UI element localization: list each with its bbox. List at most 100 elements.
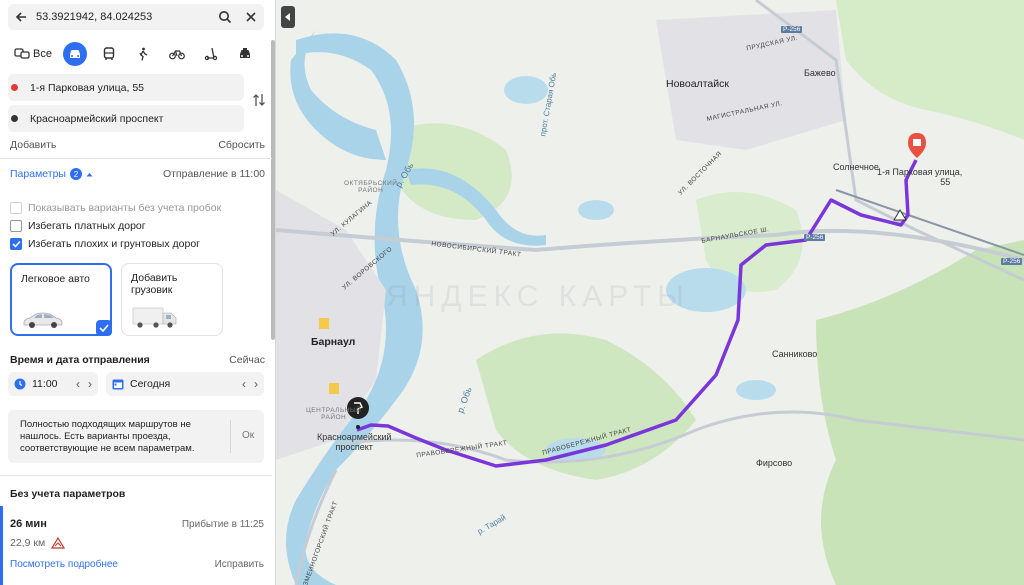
car-image-icon xyxy=(23,312,63,328)
origin-label-line2: проспект xyxy=(335,442,373,452)
datetime-header: Время и дата отправления Сейчас xyxy=(10,354,265,366)
route-point-to[interactable]: Красноармейский проспект xyxy=(8,105,244,132)
origin-label-line1: Красноармейский xyxy=(317,432,392,442)
label-origin: Красноармейский проспект xyxy=(317,432,391,452)
mode-walk-button[interactable] xyxy=(126,42,160,66)
time-next-chevron-icon[interactable]: › xyxy=(88,377,92,391)
option-label: Избегать плохих и грунтовых дорог xyxy=(28,238,200,250)
warning-triangle-icon xyxy=(51,537,66,549)
warning-message: Полностью подходящих маршрутов не нашлос… xyxy=(20,419,195,454)
route-number-badge: Р-256 xyxy=(1001,258,1023,265)
option-avoid-bad-roads[interactable]: Избегать плохих и грунтовых дорог xyxy=(10,238,200,250)
datetime-title: Время и дата отправления xyxy=(10,354,150,366)
date-selector[interactable]: Сегодня ‹ › xyxy=(106,372,264,396)
option-label: Показывать варианты без учета пробок xyxy=(28,202,222,214)
date-next-chevron-icon[interactable]: › xyxy=(254,377,258,391)
clock-icon xyxy=(14,378,26,390)
district-label: РАЙОН xyxy=(358,187,384,194)
vehicle-truck-card[interactable]: Добавить грузовик xyxy=(121,263,223,336)
route-details-link[interactable]: Посмотреть подробнее xyxy=(10,559,118,570)
lake xyxy=(578,200,614,220)
add-reset-row: Добавить Сбросить xyxy=(10,139,265,151)
building-icon xyxy=(913,139,921,146)
params-row: Параметры 2 Отправление в 11:00 xyxy=(10,168,265,180)
no-params-title: Без учета параметров xyxy=(10,488,126,500)
reset-button[interactable]: Сбросить xyxy=(218,139,265,151)
from-dot-icon xyxy=(11,84,18,91)
poi-icon xyxy=(319,318,329,329)
bus-icon xyxy=(103,47,115,60)
route-number-badge: Р-256 xyxy=(804,234,826,241)
option-label: Избегать платных дорог xyxy=(28,220,146,232)
mode-bike-button[interactable] xyxy=(160,42,194,66)
mode-all-button[interactable]: Все xyxy=(8,42,58,66)
scooter-icon xyxy=(204,47,218,61)
truck-image-icon xyxy=(132,307,177,328)
swap-points-icon[interactable] xyxy=(252,92,266,108)
add-point-button[interactable]: Добавить xyxy=(10,139,56,151)
district-label: ОКТЯБРЬСКИЙ xyxy=(344,180,398,187)
lake xyxy=(736,380,776,400)
route-point-from[interactable]: 1-я Парковая улица, 55 xyxy=(8,74,244,101)
label-central-district: ЦЕНТРАЛЬНЫЙ РАЙОН xyxy=(306,407,361,421)
option-ignore-traffic[interactable]: Показывать варианты без учета пробок xyxy=(10,202,221,214)
mode-all-label: Все xyxy=(33,48,52,60)
time-selector[interactable]: 11:00 ‹ › xyxy=(8,372,98,396)
search-bar[interactable]: 53.3921942, 84.024253 xyxy=(8,4,264,30)
params-label: Параметры xyxy=(10,168,66,180)
bicycle-icon xyxy=(169,50,185,60)
mode-taxi-button[interactable] xyxy=(228,42,262,66)
route-number-badge: Р-256 xyxy=(781,26,803,33)
destination-label-line2: 55 xyxy=(940,177,951,187)
chevron-up-icon xyxy=(86,172,93,176)
date-prev-chevron-icon[interactable]: ‹ xyxy=(242,377,246,391)
mode-car-button[interactable] xyxy=(58,42,92,66)
vehicle-car-label: Легковое авто xyxy=(21,273,90,285)
checkbox[interactable] xyxy=(10,202,22,214)
label-firsovo: Фирсово xyxy=(756,458,793,468)
time-value: 11:00 xyxy=(32,378,58,390)
label-oktyabrsky-district: ОКТЯБРЬСКИЙ РАЙОН xyxy=(344,180,397,194)
route-distance-row: 22,9 км xyxy=(10,537,66,549)
route-arrival: Прибытие в 11:25 xyxy=(181,519,264,530)
departure-time: Отправление в 11:00 xyxy=(162,168,265,180)
option-avoid-tolls[interactable]: Избегать платных дорог xyxy=(10,220,146,232)
to-dot-icon xyxy=(11,115,18,122)
destination-label-line1: 1-я Парковая улица, xyxy=(877,167,963,177)
params-count-badge: 2 xyxy=(69,168,82,180)
now-button[interactable]: Сейчас xyxy=(229,354,265,366)
checkbox[interactable] xyxy=(10,220,22,232)
district-label: ЦЕНТРАЛЬНЫЙ xyxy=(306,407,362,414)
map-watermark: ЯНДЕКС КАРТЫ xyxy=(386,280,690,313)
label-novoaltaisk: Новоалтайск xyxy=(666,78,729,90)
checkbox-checked[interactable] xyxy=(10,238,22,250)
poi-icon xyxy=(329,383,339,394)
label-sannikovo: Санниково xyxy=(772,349,818,359)
chevron-left-icon xyxy=(285,13,290,21)
panel-scrollbar[interactable] xyxy=(271,40,275,340)
vehicle-car-card[interactable]: Легковое авто xyxy=(10,263,112,336)
route-option-card[interactable]: 26 мин Прибытие в 11:25 22,9 км Посмотре… xyxy=(0,506,272,585)
back-arrow-icon[interactable] xyxy=(8,4,34,30)
mode-bus-button[interactable] xyxy=(92,42,126,66)
label-bazhevo: Бажево xyxy=(804,68,836,78)
pedestrian-icon xyxy=(139,47,148,61)
params-toggle[interactable]: Параметры 2 xyxy=(10,168,93,180)
close-icon[interactable] xyxy=(238,4,264,30)
mode-scooter-button[interactable] xyxy=(194,42,228,66)
taxi-icon xyxy=(240,48,250,58)
search-input[interactable]: 53.3921942, 84.024253 xyxy=(34,11,212,23)
car-icon xyxy=(70,50,80,58)
route-duration: 26 мин xyxy=(10,518,47,530)
map-canvas[interactable]: Новоалтайск Барнаул Бажево Солнечное Сан… xyxy=(276,0,1024,585)
collapse-panel-button[interactable] xyxy=(281,6,295,28)
route-distance: 22,9 км xyxy=(10,537,46,549)
divider xyxy=(0,475,272,476)
label-barnaul: Барнаул xyxy=(311,336,356,348)
all-modes-icon xyxy=(14,48,30,59)
lake xyxy=(504,76,548,104)
warning-ok-button[interactable]: Ок xyxy=(242,430,254,441)
time-prev-chevron-icon[interactable]: ‹ xyxy=(76,377,80,391)
route-fix-link[interactable]: Исправить xyxy=(215,559,264,570)
search-icon[interactable] xyxy=(212,4,238,30)
